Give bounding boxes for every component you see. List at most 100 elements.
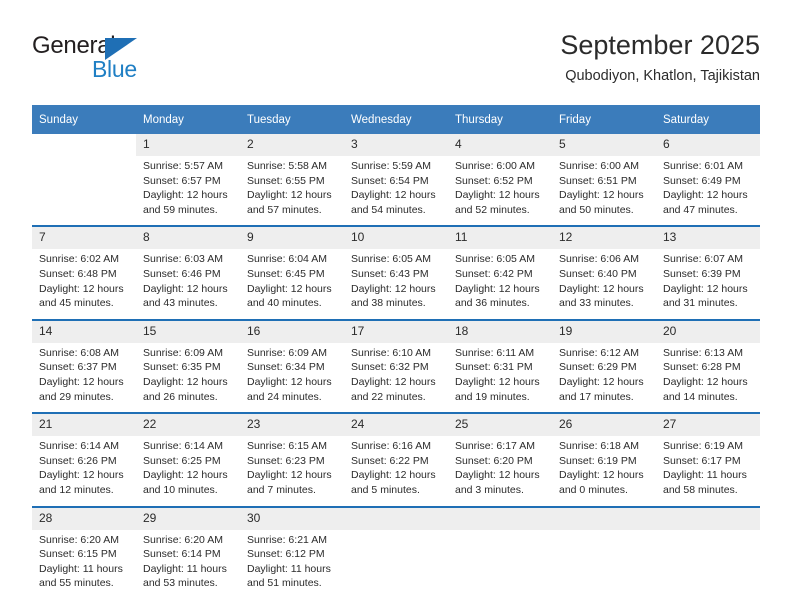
day-number[interactable]: 9 xyxy=(240,227,344,250)
day-number[interactable]: 20 xyxy=(656,320,760,343)
sunrise-text: Sunrise: 6:15 AM xyxy=(247,440,327,453)
day-number[interactable]: 17 xyxy=(344,320,448,343)
daylight-text-line1: Daylight: 12 hours xyxy=(143,469,228,482)
day-cell[interactable]: Sunrise: 6:09 AM Sunset: 6:35 PM Dayligh… xyxy=(136,342,240,413)
day-number[interactable]: 23 xyxy=(240,414,344,437)
day-number[interactable]: 7 xyxy=(32,227,136,250)
sunrise-text: Sunrise: 6:10 AM xyxy=(351,346,431,359)
sunrise-text: Sunrise: 6:16 AM xyxy=(351,440,431,453)
daylight-text-line1: Daylight: 12 hours xyxy=(39,282,124,295)
day-number[interactable]: 3 xyxy=(344,134,448,156)
day-cell[interactable]: Sunrise: 6:05 AM Sunset: 6:43 PM Dayligh… xyxy=(344,249,448,319)
daylight-text-line1: Daylight: 12 hours xyxy=(663,375,748,388)
day-number[interactable]: 4 xyxy=(448,134,552,156)
day-number[interactable]: 16 xyxy=(240,320,344,343)
day-cell[interactable]: Sunrise: 6:20 AM Sunset: 6:14 PM Dayligh… xyxy=(136,529,240,599)
day-number[interactable]: 6 xyxy=(656,134,760,156)
day-cell[interactable]: Sunrise: 6:15 AM Sunset: 6:23 PM Dayligh… xyxy=(240,436,344,506)
day-number[interactable]: 25 xyxy=(448,414,552,437)
day-cell[interactable]: Sunrise: 6:03 AM Sunset: 6:46 PM Dayligh… xyxy=(136,249,240,319)
day-number[interactable] xyxy=(32,134,136,156)
column-header-sunday: Sunday xyxy=(32,105,136,134)
day-cell[interactable]: Sunrise: 6:12 AM Sunset: 6:29 PM Dayligh… xyxy=(552,342,656,413)
day-cell[interactable]: Sunrise: 6:02 AM Sunset: 6:48 PM Dayligh… xyxy=(32,249,136,319)
sunrise-text: Sunrise: 6:06 AM xyxy=(559,253,639,266)
day-cell[interactable]: Sunrise: 6:14 AM Sunset: 6:26 PM Dayligh… xyxy=(32,436,136,506)
day-number[interactable]: 24 xyxy=(344,414,448,437)
sunset-text: Sunset: 6:19 PM xyxy=(559,454,637,467)
day-number[interactable]: 21 xyxy=(32,414,136,437)
day-cell[interactable]: Sunrise: 6:17 AM Sunset: 6:20 PM Dayligh… xyxy=(448,436,552,506)
sunrise-text: Sunrise: 6:13 AM xyxy=(663,346,743,359)
week-row-details: Sunrise: 6:14 AM Sunset: 6:26 PM Dayligh… xyxy=(32,436,760,506)
day-cell[interactable] xyxy=(344,529,448,599)
day-cell[interactable]: Sunrise: 5:57 AM Sunset: 6:57 PM Dayligh… xyxy=(136,156,240,226)
sunset-text: Sunset: 6:39 PM xyxy=(663,267,741,280)
sunrise-text: Sunrise: 6:19 AM xyxy=(663,440,743,453)
daylight-text-line2: and 47 minutes. xyxy=(663,203,738,216)
day-cell[interactable] xyxy=(656,529,760,599)
day-number[interactable] xyxy=(656,507,760,530)
day-cell[interactable]: Sunrise: 6:21 AM Sunset: 6:12 PM Dayligh… xyxy=(240,529,344,599)
general-blue-logo[interactable]: General Blue xyxy=(32,32,172,88)
day-number[interactable]: 5 xyxy=(552,134,656,156)
day-cell[interactable]: Sunrise: 6:01 AM Sunset: 6:49 PM Dayligh… xyxy=(656,156,760,226)
day-number[interactable]: 8 xyxy=(136,227,240,250)
daylight-text-line1: Daylight: 11 hours xyxy=(663,469,747,482)
day-cell[interactable]: Sunrise: 6:07 AM Sunset: 6:39 PM Dayligh… xyxy=(656,249,760,319)
day-number[interactable]: 2 xyxy=(240,134,344,156)
day-cell[interactable]: Sunrise: 6:11 AM Sunset: 6:31 PM Dayligh… xyxy=(448,342,552,413)
day-cell[interactable]: Sunrise: 5:58 AM Sunset: 6:55 PM Dayligh… xyxy=(240,156,344,226)
week-row-details: Sunrise: 6:08 AM Sunset: 6:37 PM Dayligh… xyxy=(32,342,760,413)
day-cell[interactable]: Sunrise: 6:09 AM Sunset: 6:34 PM Dayligh… xyxy=(240,342,344,413)
sunset-text: Sunset: 6:31 PM xyxy=(455,361,533,374)
day-number[interactable]: 18 xyxy=(448,320,552,343)
sunrise-text: Sunrise: 6:20 AM xyxy=(39,533,119,546)
day-cell[interactable]: Sunrise: 6:13 AM Sunset: 6:28 PM Dayligh… xyxy=(656,342,760,413)
sunrise-text: Sunrise: 6:17 AM xyxy=(455,440,535,453)
sunset-text: Sunset: 6:51 PM xyxy=(559,174,637,187)
day-number[interactable]: 15 xyxy=(136,320,240,343)
day-number[interactable]: 19 xyxy=(552,320,656,343)
day-number[interactable]: 30 xyxy=(240,507,344,530)
day-cell[interactable] xyxy=(448,529,552,599)
day-number[interactable]: 22 xyxy=(136,414,240,437)
day-cell[interactable] xyxy=(32,156,136,226)
day-number[interactable]: 26 xyxy=(552,414,656,437)
day-cell[interactable]: Sunrise: 6:16 AM Sunset: 6:22 PM Dayligh… xyxy=(344,436,448,506)
day-cell[interactable]: Sunrise: 6:08 AM Sunset: 6:37 PM Dayligh… xyxy=(32,342,136,413)
day-number[interactable]: 27 xyxy=(656,414,760,437)
sunset-text: Sunset: 6:15 PM xyxy=(39,548,117,561)
daylight-text-line2: and 26 minutes. xyxy=(143,390,218,403)
day-number[interactable] xyxy=(448,507,552,530)
day-cell[interactable]: Sunrise: 6:19 AM Sunset: 6:17 PM Dayligh… xyxy=(656,436,760,506)
sunrise-text: Sunrise: 6:00 AM xyxy=(559,160,639,172)
daylight-text-line2: and 29 minutes. xyxy=(39,390,114,403)
day-number[interactable]: 1 xyxy=(136,134,240,156)
day-cell[interactable]: Sunrise: 5:59 AM Sunset: 6:54 PM Dayligh… xyxy=(344,156,448,226)
day-number[interactable] xyxy=(344,507,448,530)
daylight-text-line1: Daylight: 11 hours xyxy=(39,562,123,575)
day-number[interactable]: 10 xyxy=(344,227,448,250)
day-cell[interactable]: Sunrise: 6:06 AM Sunset: 6:40 PM Dayligh… xyxy=(552,249,656,319)
day-cell[interactable]: Sunrise: 6:20 AM Sunset: 6:15 PM Dayligh… xyxy=(32,529,136,599)
day-cell[interactable] xyxy=(552,529,656,599)
day-number[interactable]: 11 xyxy=(448,227,552,250)
day-number[interactable]: 12 xyxy=(552,227,656,250)
day-cell[interactable]: Sunrise: 6:18 AM Sunset: 6:19 PM Dayligh… xyxy=(552,436,656,506)
day-cell[interactable]: Sunrise: 6:00 AM Sunset: 6:52 PM Dayligh… xyxy=(448,156,552,226)
day-cell[interactable]: Sunrise: 6:00 AM Sunset: 6:51 PM Dayligh… xyxy=(552,156,656,226)
day-number[interactable]: 28 xyxy=(32,507,136,530)
day-cell[interactable]: Sunrise: 6:10 AM Sunset: 6:32 PM Dayligh… xyxy=(344,342,448,413)
sunrise-text: Sunrise: 6:03 AM xyxy=(143,253,223,266)
daylight-text-line1: Daylight: 12 hours xyxy=(663,282,748,295)
day-number[interactable]: 13 xyxy=(656,227,760,250)
daylight-text-line1: Daylight: 12 hours xyxy=(247,469,332,482)
day-cell[interactable]: Sunrise: 6:14 AM Sunset: 6:25 PM Dayligh… xyxy=(136,436,240,506)
sunset-text: Sunset: 6:52 PM xyxy=(455,174,533,187)
day-number[interactable]: 29 xyxy=(136,507,240,530)
day-number[interactable]: 14 xyxy=(32,320,136,343)
day-cell[interactable]: Sunrise: 6:04 AM Sunset: 6:45 PM Dayligh… xyxy=(240,249,344,319)
day-cell[interactable]: Sunrise: 6:05 AM Sunset: 6:42 PM Dayligh… xyxy=(448,249,552,319)
day-number[interactable] xyxy=(552,507,656,530)
